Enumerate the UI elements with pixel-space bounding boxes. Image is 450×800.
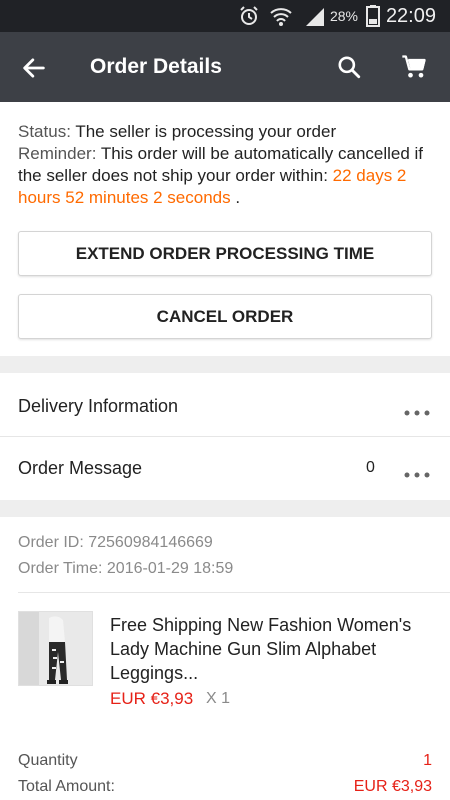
cart-icon[interactable]	[400, 53, 428, 81]
divider	[18, 592, 450, 593]
more-icon[interactable]	[404, 403, 430, 416]
section-divider	[0, 500, 450, 517]
order-id: Order ID: 72560984146669	[18, 534, 213, 551]
status-line: Status: The seller is processing your or…	[18, 121, 438, 143]
status-label: Status:	[18, 122, 71, 141]
quantity-label: Quantity	[18, 752, 78, 769]
alarm-icon	[237, 0, 261, 32]
order-time: Order Time: 2016-01-29 18:59	[18, 560, 234, 577]
delivery-information-row[interactable]: Delivery Information	[0, 375, 450, 437]
total-amount-value: EUR €3,93	[353, 778, 432, 795]
extend-processing-time-button[interactable]: EXTEND ORDER PROCESSING TIME	[18, 231, 432, 276]
reminder-line: Reminder: This order will be automatical…	[18, 143, 438, 209]
quantity-value: 1	[423, 752, 432, 769]
total-amount-label: Total Amount:	[18, 778, 115, 795]
order-status-block: Status: The seller is processing your or…	[18, 121, 438, 209]
total-amount-row: Total Amount: EUR €3,93	[0, 778, 450, 800]
product-quantity: X 1	[206, 690, 231, 707]
app-bar: Order Details	[0, 32, 450, 102]
order-message-row[interactable]: Order Message 0	[0, 437, 450, 499]
signal-icon	[304, 0, 326, 32]
quantity-row: Quantity 1	[0, 752, 450, 778]
status-bar: 28% 22:09	[0, 0, 450, 32]
battery-percent: 28%	[329, 8, 358, 24]
clock-time: 22:09	[385, 4, 436, 27]
section-divider	[0, 356, 450, 373]
search-icon[interactable]	[336, 54, 362, 80]
product-price: EUR €3,93	[110, 689, 194, 708]
delivery-information-label: Delivery Information	[18, 396, 179, 416]
wifi-icon	[269, 0, 293, 32]
order-message-label: Order Message	[18, 458, 143, 478]
product-title[interactable]: Free Shipping New Fashion Women's Lady M…	[110, 613, 430, 685]
more-icon[interactable]	[404, 465, 430, 478]
cancel-order-button[interactable]: CANCEL ORDER	[18, 294, 432, 339]
page-title: Order Details	[90, 55, 222, 78]
status-text: The seller is processing your order	[70, 122, 337, 141]
message-count: 0	[366, 459, 375, 476]
product-thumbnail[interactable]	[18, 611, 93, 686]
reminder-label: Reminder:	[18, 144, 97, 163]
back-arrow-icon[interactable]	[20, 54, 48, 82]
reminder-trailing: .	[230, 188, 241, 207]
battery-icon	[366, 0, 380, 32]
